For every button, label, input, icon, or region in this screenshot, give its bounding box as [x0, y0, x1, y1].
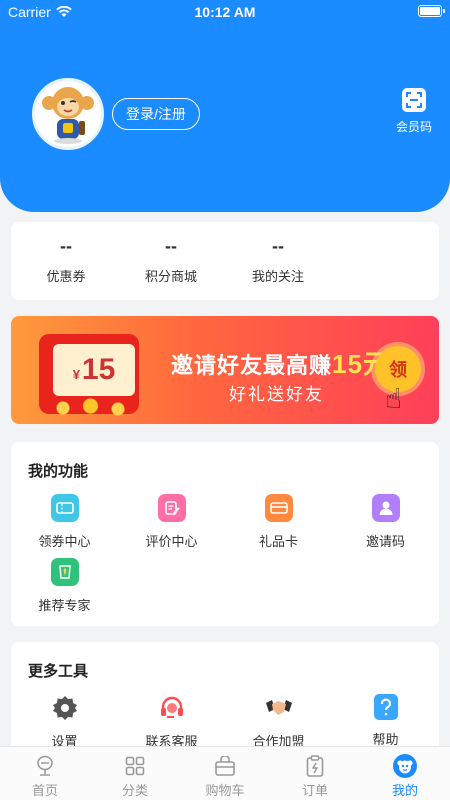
banner-subtitle: 好礼送好友 [229, 385, 324, 404]
monkey-mascot-icon [42, 87, 94, 144]
category-icon [123, 754, 147, 778]
feature-coupon-center[interactable]: 领券中心 [11, 494, 118, 550]
feature-label: 礼品卡 [258, 534, 298, 549]
banner-title-text: 邀请好友最高赚 [171, 353, 333, 378]
feature-label: 推荐专家 [38, 598, 91, 613]
feature-label: 领券中心 [38, 534, 91, 549]
avatar[interactable] [32, 78, 104, 150]
tab-cart[interactable]: 购物车 [180, 747, 270, 800]
stat-value: -- [165, 236, 177, 256]
tab-category[interactable]: 分类 [90, 747, 180, 800]
stat-following[interactable]: -- 我的关注 [223, 236, 333, 285]
section-title: 我的功能 [28, 463, 89, 480]
tab-label: 首页 [31, 783, 58, 798]
tab-home[interactable]: 首页 [0, 747, 90, 800]
feature-review-center[interactable]: 评价中心 [118, 494, 225, 550]
tool-customer-service[interactable]: 联系客服 [118, 694, 225, 750]
help-icon [373, 694, 398, 720]
tab-label: 分类 [121, 783, 148, 798]
feature-gift-card[interactable]: 礼品卡 [225, 494, 332, 550]
scan-code-icon [402, 88, 426, 112]
gear-icon [51, 694, 79, 722]
invite-banner[interactable]: ¥ 15 邀请好友最高赚15元 好礼送好友 领 ☝ [11, 316, 439, 424]
tab-orders[interactable]: 订单 [270, 747, 360, 800]
tab-profile[interactable]: 我的 [360, 747, 450, 800]
gift-card-icon [264, 494, 293, 522]
tab-label: 购物车 [205, 783, 245, 798]
home-icon [33, 754, 57, 778]
feature-label: 邀请码 [365, 534, 405, 549]
coupon-icon [50, 494, 79, 522]
stat-label: 优惠券 [46, 269, 86, 284]
tab-label: 订单 [301, 783, 328, 798]
my-features-card: 我的功能 领券中心 评价中心 礼品卡 邀请码 推荐专家 [11, 442, 439, 626]
profile-header: Carrier 10:12 AM 登录/注册 会员码 [0, 0, 450, 212]
tool-settings[interactable]: 设置 [11, 694, 118, 750]
ticket-currency: ¥ [72, 366, 80, 382]
battery-icon [418, 5, 445, 17]
tab-label: 我的 [391, 783, 418, 798]
status-bar: Carrier 10:12 AM [0, 0, 450, 24]
headset-icon [158, 694, 186, 722]
feature-label: 评价中心 [145, 534, 198, 549]
stat-points-mall[interactable]: -- 积分商城 [116, 236, 226, 285]
stat-value: -- [60, 236, 72, 256]
stat-coupons[interactable]: -- 优惠券 [11, 236, 121, 285]
member-code-label: 会员码 [396, 120, 433, 134]
coupon-ticket: ¥ 15 [53, 344, 135, 396]
bottom-tab-bar: 首页 分类 购物车 订单 我的 [0, 746, 450, 800]
profile-icon [393, 754, 417, 778]
banner-title: 邀请好友最高赚15元 [171, 344, 390, 381]
stat-label: 积分商城 [144, 269, 197, 284]
section-title: 更多工具 [28, 663, 89, 680]
ticket-amount: 15 [81, 353, 116, 386]
stat-value: -- [272, 236, 284, 256]
cart-icon [213, 754, 237, 778]
invite-icon [371, 494, 400, 522]
stat-label: 我的关注 [251, 269, 304, 284]
clock: 10:12 AM [194, 4, 256, 20]
feature-recommend-expert[interactable]: 推荐专家 [11, 558, 118, 614]
tool-help[interactable]: 帮助 [332, 694, 439, 748]
tool-partnership[interactable]: 合作加盟 [225, 694, 332, 750]
pointing-hand-icon: ☝ [385, 383, 403, 414]
order-icon [303, 754, 327, 778]
coins-icon [41, 398, 151, 418]
review-icon [157, 494, 186, 522]
handshake-icon [265, 694, 293, 722]
stats-card: -- 优惠券 -- 积分商城 -- 我的关注 [11, 222, 439, 300]
feature-invite-code[interactable]: 邀请码 [332, 494, 439, 550]
member-code-button[interactable]: 会员码 [396, 88, 432, 135]
expert-icon [50, 558, 79, 586]
login-register-button[interactable]: 登录/注册 [112, 98, 200, 130]
